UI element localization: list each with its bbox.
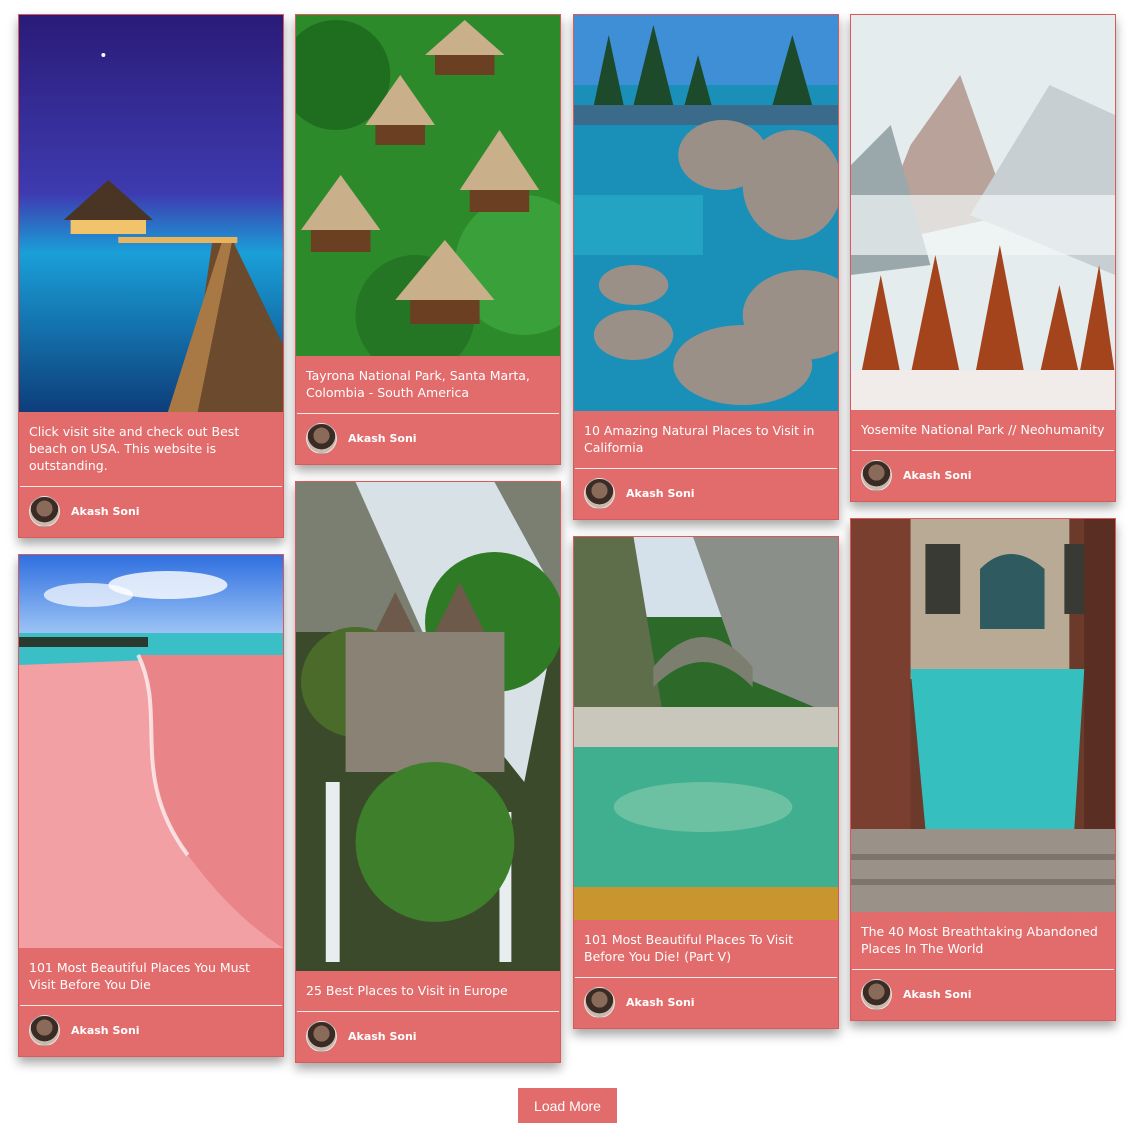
waterfall-castle-photo[interactable] [296, 482, 560, 971]
author-name[interactable]: Akash Soni [903, 988, 972, 1001]
avatar[interactable] [861, 979, 892, 1010]
pin-card[interactable]: Yosemite National Park // Neohumanity Ak… [850, 14, 1116, 502]
pin-title[interactable]: 25 Best Places to Visit in Europe [296, 971, 560, 1011]
pin-title[interactable]: Tayrona National Park, Santa Marta, Colo… [296, 356, 560, 413]
pin-title[interactable]: 101 Most Beautiful Places You Must Visit… [19, 948, 283, 1005]
pin-column-1: Click visit site and check out Best beac… [18, 14, 284, 1057]
author-name[interactable]: Akash Soni [626, 996, 695, 1009]
stone-bridge-river-photo[interactable] [574, 537, 838, 920]
avatar[interactable] [584, 478, 615, 509]
pin-author[interactable]: Akash Soni [19, 1006, 283, 1056]
pin-author[interactable]: Akash Soni [851, 970, 1115, 1020]
pin-author[interactable]: Akash Soni [574, 978, 838, 1028]
pin-card[interactable]: 10 Amazing Natural Places to Visit in Ca… [573, 14, 839, 520]
pin-column-3: 10 Amazing Natural Places to Visit in Ca… [573, 14, 839, 1029]
pin-card[interactable]: The 40 Most Breathtaking Abandoned Place… [850, 518, 1116, 1021]
author-name[interactable]: Akash Soni [71, 505, 140, 518]
pin-card[interactable]: 101 Most Beautiful Places To Visit Befor… [573, 536, 839, 1029]
jungle-huts-photo[interactable] [296, 15, 560, 356]
author-name[interactable]: Akash Soni [348, 1030, 417, 1043]
abandoned-canal-photo[interactable] [851, 519, 1115, 912]
lake-boulders-photo[interactable] [574, 15, 838, 411]
pin-author[interactable]: Akash Soni [851, 451, 1115, 501]
avatar[interactable] [29, 1015, 60, 1046]
pin-title[interactable]: 10 Amazing Natural Places to Visit in Ca… [574, 411, 838, 468]
pin-column-2: Tayrona National Park, Santa Marta, Colo… [295, 14, 561, 1063]
pink-sand-beach-photo[interactable] [19, 555, 283, 948]
author-name[interactable]: Akash Soni [903, 469, 972, 482]
pin-author[interactable]: Akash Soni [574, 469, 838, 519]
pin-column-4: Yosemite National Park // Neohumanity Ak… [850, 14, 1116, 1021]
pin-title[interactable]: Yosemite National Park // Neohumanity [851, 410, 1115, 450]
pin-title[interactable]: 101 Most Beautiful Places To Visit Befor… [574, 920, 838, 977]
pin-card[interactable]: 101 Most Beautiful Places You Must Visit… [18, 554, 284, 1057]
avatar[interactable] [584, 987, 615, 1018]
load-more-button[interactable]: Load More [518, 1088, 617, 1123]
avatar[interactable] [29, 496, 60, 527]
author-name[interactable]: Akash Soni [348, 432, 417, 445]
pin-title[interactable]: The 40 Most Breathtaking Abandoned Place… [851, 912, 1115, 969]
pin-title[interactable]: Click visit site and check out Best beac… [19, 412, 283, 486]
pin-card[interactable]: Tayrona National Park, Santa Marta, Colo… [295, 14, 561, 465]
avatar[interactable] [861, 460, 892, 491]
author-name[interactable]: Akash Soni [626, 487, 695, 500]
pin-author[interactable]: Akash Soni [296, 414, 560, 464]
night-beach-pier-photo[interactable] [19, 15, 283, 412]
snowy-mountain-forest-photo[interactable] [851, 15, 1115, 410]
avatar[interactable] [306, 1021, 337, 1052]
author-name[interactable]: Akash Soni [71, 1024, 140, 1037]
avatar[interactable] [306, 423, 337, 454]
pin-card[interactable]: 25 Best Places to Visit in Europe Akash … [295, 481, 561, 1063]
pin-author[interactable]: Akash Soni [296, 1012, 560, 1062]
pin-card[interactable]: Click visit site and check out Best beac… [18, 14, 284, 538]
pin-author[interactable]: Akash Soni [19, 487, 283, 537]
